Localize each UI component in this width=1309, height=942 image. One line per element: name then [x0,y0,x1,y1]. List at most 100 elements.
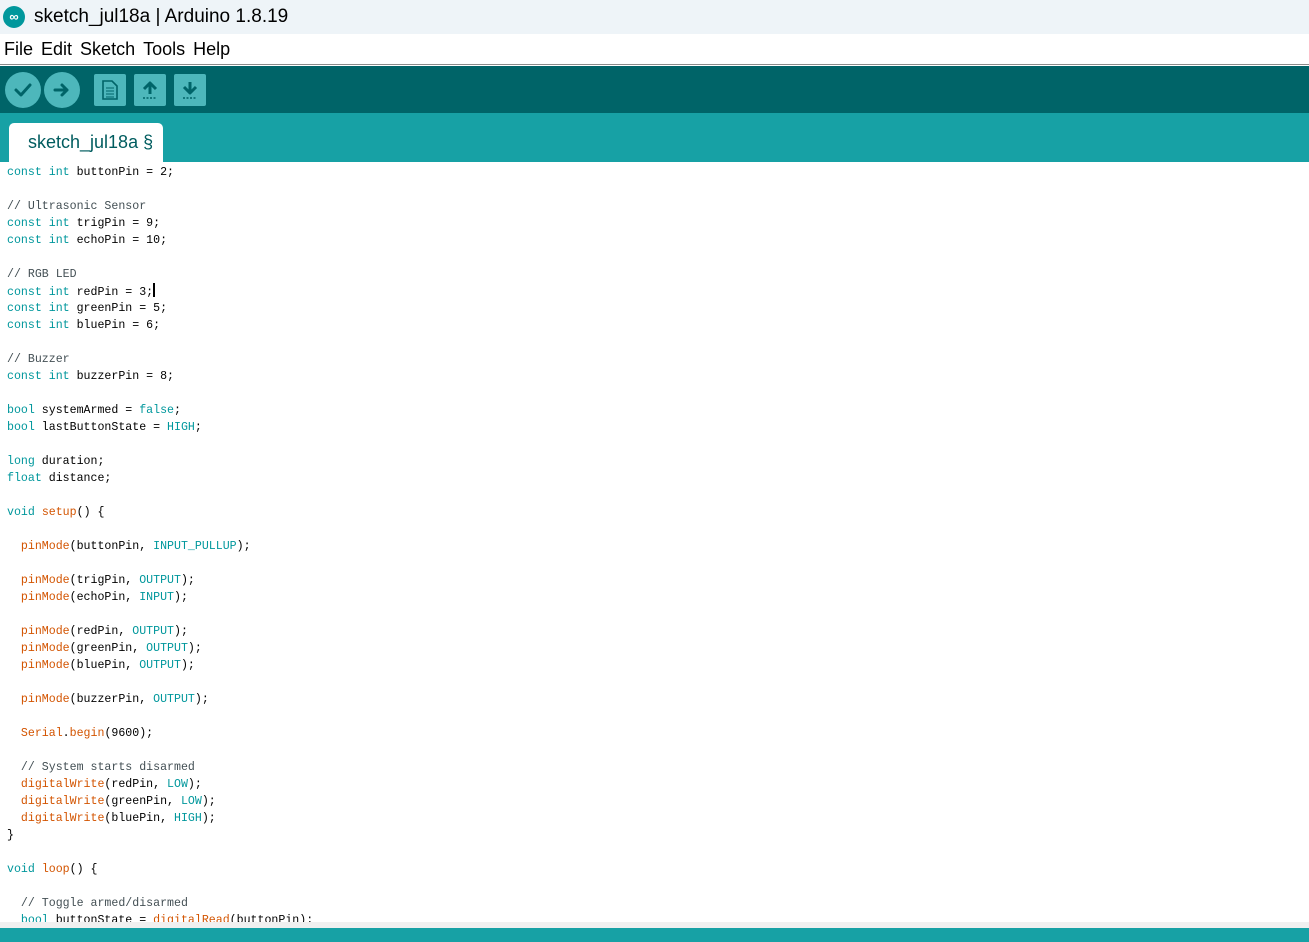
code-line[interactable] [7,436,313,453]
code-token: int [48,217,70,230]
code-line[interactable]: pinMode(greenPin, OUTPUT); [7,640,313,657]
code-line[interactable]: digitalWrite(greenPin, LOW); [7,793,313,810]
code-line[interactable] [7,742,313,759]
code-line[interactable]: // Toggle armed/disarmed [7,895,313,912]
tab-sketch[interactable]: sketch_jul18a § [9,123,164,162]
verify-button[interactable] [5,72,41,108]
code-line[interactable]: pinMode(bluePin, OUTPUT); [7,657,313,674]
code-token: const [7,234,42,247]
code-line[interactable]: pinMode(buzzerPin, OUTPUT); [7,691,313,708]
code-line[interactable] [7,385,313,402]
code-token: OUTPUT [139,574,181,587]
code-line[interactable] [7,249,313,266]
code-line[interactable]: bool systemArmed = false; [7,402,313,419]
code-line[interactable] [7,487,313,504]
text-cursor [153,283,156,297]
code-token: digitalWrite [20,795,105,808]
code-token: false [139,404,175,417]
code-line[interactable]: void setup() { [7,504,313,521]
new-button[interactable] [94,74,126,106]
code-editor[interactable]: const int buttonPin = 2; // Ultrasonic Se… [0,163,1309,922]
code-token: ); [180,574,195,587]
code-line[interactable]: const int greenPin = 5; [7,300,313,317]
code-token: OUTPUT [146,642,188,655]
code-token: HIGH [174,812,202,825]
code-token: const [7,319,42,332]
menu-file[interactable]: File [0,39,37,60]
code-token: (buzzerPin, [69,693,154,706]
code-text[interactable]: const int buttonPin = 2; // Ultrasonic Se… [7,164,313,922]
code-line[interactable]: pinMode(buttonPin, INPUT_PULLUP); [7,538,313,555]
code-token: bool [7,404,35,417]
open-button[interactable] [134,74,166,106]
code-line[interactable] [7,334,313,351]
code-line[interactable]: float distance; [7,470,313,487]
code-token: // System starts disarmed [20,761,195,774]
code-line[interactable]: const int trigPin = 9; [7,215,313,232]
code-line[interactable]: pinMode(trigPin, OUTPUT); [7,572,313,589]
code-line[interactable]: const int buzzerPin = 8; [7,368,313,385]
arrow-right-icon [53,83,69,97]
code-line[interactable] [7,181,313,198]
new-document-icon [102,80,118,100]
code-line[interactable]: // RGB LED [7,266,313,283]
code-token: // Buzzer [7,353,70,366]
code-line[interactable]: digitalWrite(bluePin, HIGH); [7,810,313,827]
code-line[interactable]: } [7,827,313,844]
code-token: loop [41,863,70,876]
upload-button[interactable] [44,72,80,108]
code-line[interactable]: const int echoPin = 10; [7,232,313,249]
code-token: ); [187,778,202,791]
code-line[interactable]: digitalWrite(redPin, LOW); [7,776,313,793]
code-line[interactable]: const int bluePin = 6; [7,317,313,334]
code-token: digitalWrite [20,778,105,791]
code-line[interactable] [7,521,313,538]
code-line[interactable]: // Ultrasonic Sensor [7,198,313,215]
code-token: lastButtonState = [34,421,168,434]
code-token: begin [69,727,105,740]
code-line[interactable]: bool buttonState = digitalRead(buttonPin… [7,912,313,922]
code-line[interactable]: pinMode(echoPin, INPUT); [7,589,313,606]
code-line[interactable]: void loop() { [7,861,313,878]
code-token: bluePin = 6; [69,319,161,332]
save-button[interactable] [174,74,206,106]
menu-bar: File Edit Sketch Tools Help [0,34,1309,65]
code-line[interactable] [7,606,313,623]
code-token: pinMode [20,540,70,553]
code-line[interactable]: pinMode(redPin, OUTPUT); [7,623,313,640]
code-token: buttonState = [48,914,154,922]
code-line[interactable]: // Buzzer [7,351,313,368]
code-line[interactable] [7,844,313,861]
code-line[interactable]: const int buttonPin = 2; [7,164,313,181]
menu-edit[interactable]: Edit [37,39,76,60]
code-line[interactable] [7,674,313,691]
code-token: (buttonPin, [69,540,154,553]
menu-sketch[interactable]: Sketch [76,39,139,60]
code-line[interactable]: long duration; [7,453,313,470]
code-line[interactable]: const int redPin = 3; [7,283,313,300]
code-line[interactable] [7,708,313,725]
menu-help[interactable]: Help [189,39,234,60]
menu-tools[interactable]: Tools [139,39,189,60]
code-line[interactable]: bool lastButtonState = HIGH; [7,419,313,436]
code-token: buttonPin = 2; [69,166,175,179]
code-token: LOW [180,795,202,808]
code-line[interactable]: // System starts disarmed [7,759,313,776]
code-token: int [48,370,70,383]
code-token: ; [174,404,181,417]
code-line[interactable] [7,555,313,572]
code-token: systemArmed = [34,404,140,417]
code-token: bool [7,421,35,434]
code-line[interactable]: Serial.begin(9600); [7,725,313,742]
code-line[interactable] [7,878,313,895]
code-token: ); [180,659,195,672]
